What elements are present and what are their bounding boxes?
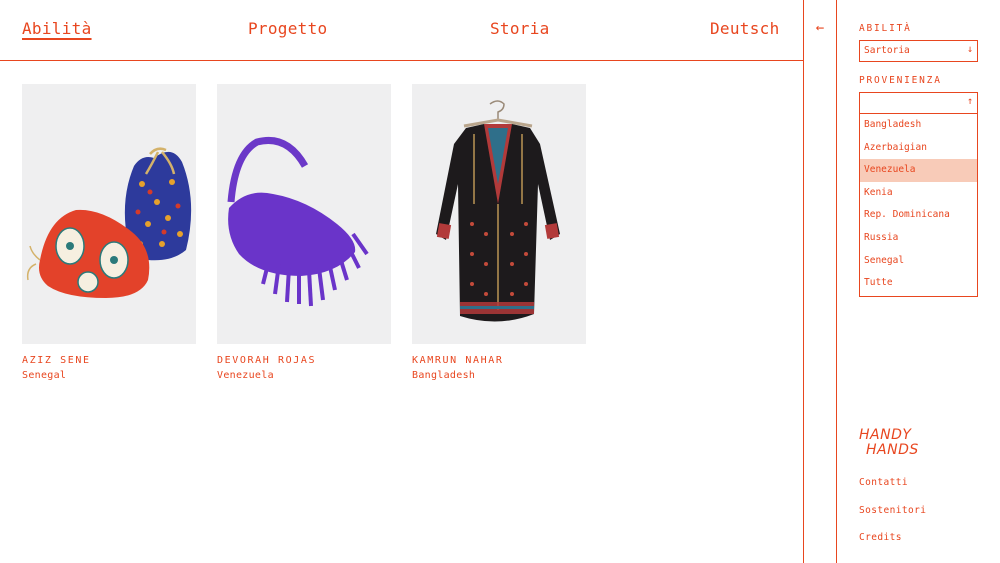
back-arrow-icon[interactable]: ← <box>812 20 828 40</box>
provenienza-select[interactable]: ↑ <box>859 92 978 114</box>
product-card[interactable]: DEVORAH ROJAS Venezuela <box>217 84 391 384</box>
abilita-label: ABILITÀ <box>859 23 912 34</box>
logo-line2: HANDS <box>866 442 919 458</box>
product-image-tunic <box>412 84 586 344</box>
product-image-pouches <box>22 84 196 344</box>
option-kenia[interactable]: Kenia <box>860 182 977 205</box>
option-tutte[interactable]: Tutte <box>860 272 977 295</box>
option-azerbaigian[interactable]: Azerbaigian <box>860 137 977 160</box>
top-navigation: Abilità Progetto Storia Deutsch <box>0 0 804 61</box>
artisan-country: Senegal <box>22 370 67 381</box>
option-rep-dominicana[interactable]: Rep. Dominicana <box>860 204 977 227</box>
nav-storia[interactable]: Storia <box>490 19 550 38</box>
artisan-name: DEVORAH ROJAS <box>217 355 317 366</box>
nav-progetto[interactable]: Progetto <box>248 19 327 38</box>
product-image-fringe-bag <box>217 84 391 344</box>
option-senegal[interactable]: Senegal <box>860 250 977 273</box>
artisan-country: Venezuela <box>217 370 274 381</box>
handy-hands-logo[interactable]: HANDY HANDS <box>859 428 919 458</box>
nav-deutsch[interactable]: Deutsch <box>710 19 780 38</box>
product-card[interactable]: KAMRUN NAHAR Bangladesh <box>412 84 586 384</box>
arrow-up-icon: ↑ <box>966 96 973 107</box>
provenienza-label: PROVENIENZA <box>859 75 942 86</box>
artisan-name: AZIZ SENE <box>22 355 91 366</box>
option-venezuela[interactable]: Venezuela <box>860 159 977 182</box>
logo-line1: HANDY <box>859 427 912 443</box>
filter-sidebar: ABILITÀ Sartoria ↓ PROVENIENZA ↑ Banglad… <box>837 0 1000 563</box>
provenienza-options-list: Bangladesh Azerbaigian Venezuela Kenia R… <box>859 114 978 297</box>
option-bangladesh[interactable]: Bangladesh <box>860 114 977 137</box>
arrow-down-icon: ↓ <box>966 44 973 55</box>
footer-link-credits[interactable]: Credits <box>859 532 902 543</box>
abilita-select-value: Sartoria <box>864 45 910 56</box>
option-russia[interactable]: Russia <box>860 227 977 250</box>
footer-link-contatti[interactable]: Contatti <box>859 477 908 488</box>
product-card[interactable]: AZIZ SENE Senegal <box>22 84 196 384</box>
footer-link-sostenitori[interactable]: Sostenitori <box>859 505 926 516</box>
divider-left <box>803 0 804 563</box>
artisan-name: KAMRUN NAHAR <box>412 355 504 366</box>
artisan-country: Bangladesh <box>412 370 476 381</box>
nav-abilita[interactable]: Abilità <box>22 19 92 38</box>
abilita-select[interactable]: Sartoria ↓ <box>859 40 978 62</box>
